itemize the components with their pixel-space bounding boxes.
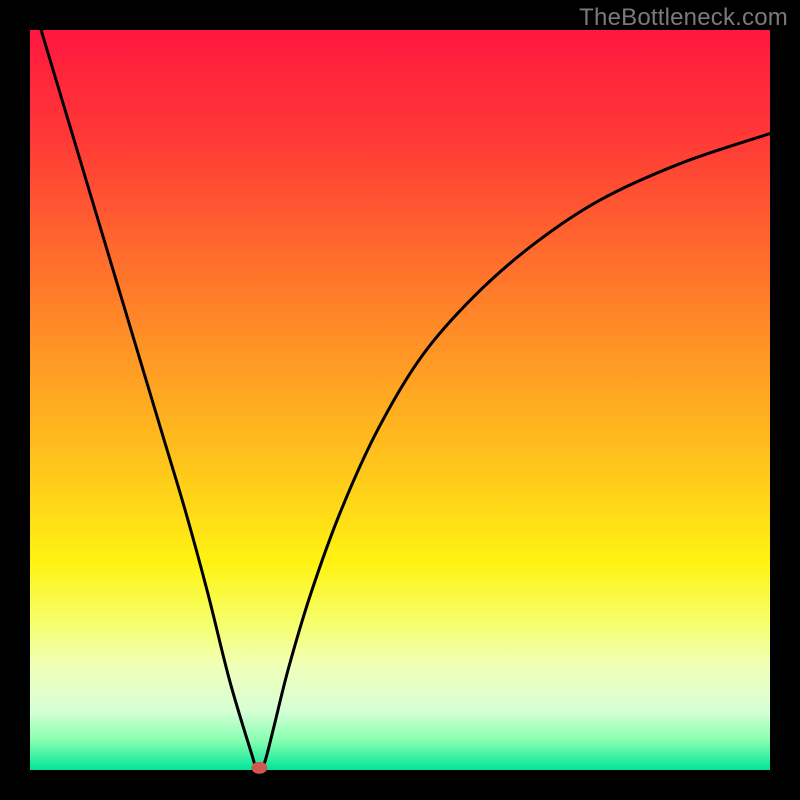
plot-background <box>30 30 770 770</box>
optimal-point <box>251 762 267 774</box>
bottleneck-chart <box>0 0 800 800</box>
watermark-label: TheBottleneck.com <box>579 4 788 32</box>
chart-frame: TheBottleneck.com <box>0 0 800 800</box>
